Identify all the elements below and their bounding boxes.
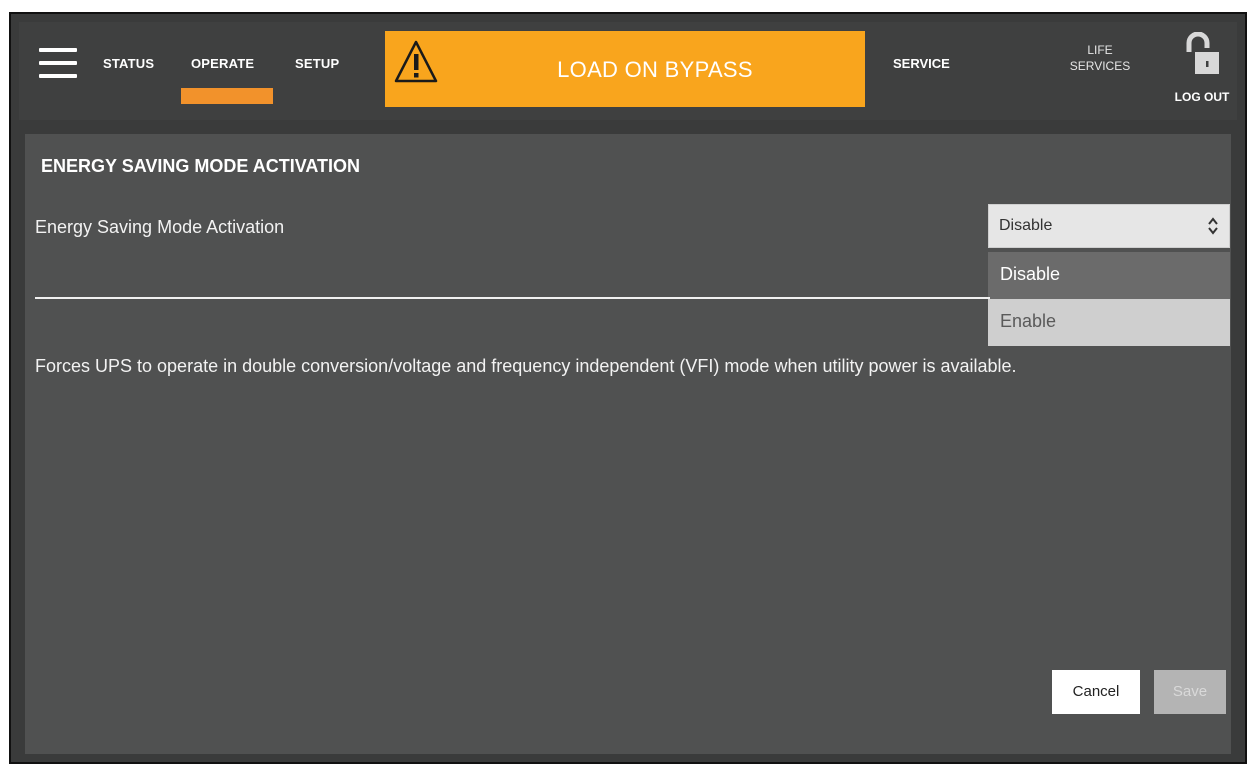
tab-service[interactable]: SERVICE (893, 56, 950, 71)
life-services-link[interactable]: LIFE SERVICES (1065, 42, 1135, 74)
cancel-button[interactable]: Cancel (1052, 670, 1140, 714)
settings-panel: ENERGY SAVING MODE ACTIVATION Energy Sav… (25, 134, 1231, 754)
energy-saving-select[interactable]: Disable (988, 204, 1230, 248)
divider (35, 297, 990, 299)
top-nav-bar: STATUS OPERATE SETUP LOAD ON BYPASS SERV… (19, 22, 1237, 120)
tab-setup[interactable]: SETUP (295, 56, 339, 71)
setting-description: Forces UPS to operate in double conversi… (35, 356, 1017, 376)
tab-operate[interactable]: OPERATE (191, 56, 254, 71)
active-tab-indicator (181, 88, 273, 104)
select-value: Disable (999, 217, 1053, 234)
life-services-line1: LIFE (1087, 43, 1113, 57)
hamburger-menu-icon[interactable] (39, 48, 77, 78)
tab-status[interactable]: STATUS (103, 56, 154, 71)
save-button[interactable]: Save (1154, 670, 1226, 714)
page-title: ENERGY SAVING MODE ACTIVATION (41, 156, 361, 176)
select-dropdown-list: Disable Enable (988, 252, 1230, 346)
warning-icon (394, 40, 438, 83)
option-disable[interactable]: Disable (988, 252, 1230, 299)
alarm-banner[interactable]: LOAD ON BYPASS (385, 31, 865, 107)
field-label: Energy Saving Mode Activation (35, 217, 285, 237)
unlocked-padlock-icon (1186, 32, 1219, 74)
option-enable[interactable]: Enable (988, 299, 1230, 346)
alarm-text: LOAD ON BYPASS (557, 57, 753, 82)
logout-button[interactable]: LOG OUT (1169, 32, 1235, 110)
ups-console-window: STATUS OPERATE SETUP LOAD ON BYPASS SERV… (9, 12, 1247, 764)
logout-label: LOG OUT (1174, 90, 1230, 104)
updown-chevron-icon (1208, 217, 1218, 235)
life-services-line2: SERVICES (1069, 59, 1131, 73)
